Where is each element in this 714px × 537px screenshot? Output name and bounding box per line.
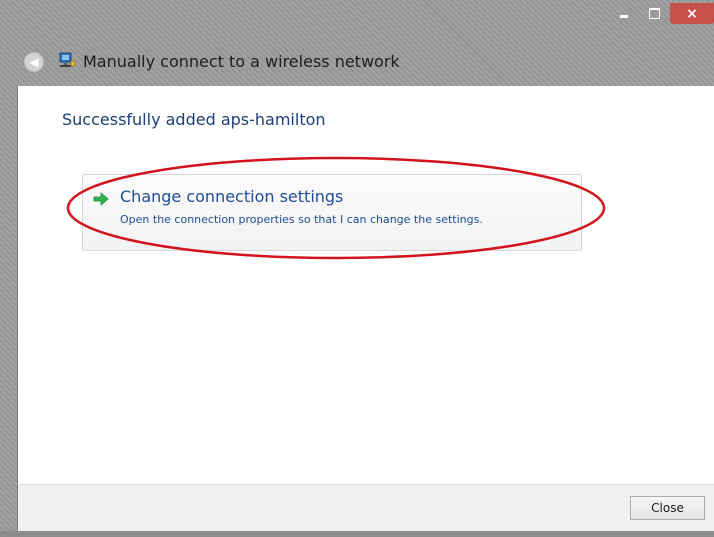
change-connection-settings-link[interactable]: Change connection settings Open the conn…: [82, 174, 582, 251]
window-frame: × ◀ Manually connect to a wireless netwo…: [0, 0, 714, 537]
window-bottom-edge: [0, 531, 714, 537]
minimize-button[interactable]: [611, 3, 637, 23]
network-icon: [59, 52, 76, 67]
success-heading: Successfully added aps-hamilton: [62, 110, 326, 129]
back-button[interactable]: ◀: [24, 52, 44, 72]
minimize-icon: [620, 15, 628, 18]
back-arrow-icon: ◀: [29, 55, 39, 69]
dialog-header: ◀ Manually connect to a wireless network: [0, 38, 714, 86]
option-description: Open the connection properties so that I…: [120, 213, 483, 226]
window-title: Manually connect to a wireless network: [83, 52, 400, 71]
maximize-icon: [649, 8, 660, 19]
window-close-button[interactable]: ×: [670, 3, 714, 24]
close-icon: ×: [686, 5, 698, 22]
close-button[interactable]: Close: [630, 496, 705, 520]
close-button-label: Close: [651, 501, 684, 515]
dialog-content: Successfully added aps-hamilton Change c…: [17, 86, 714, 484]
option-title: Change connection settings: [120, 187, 344, 206]
green-arrow-icon: [93, 192, 109, 206]
dialog-footer: Close: [17, 484, 714, 532]
maximize-button[interactable]: [641, 3, 667, 23]
